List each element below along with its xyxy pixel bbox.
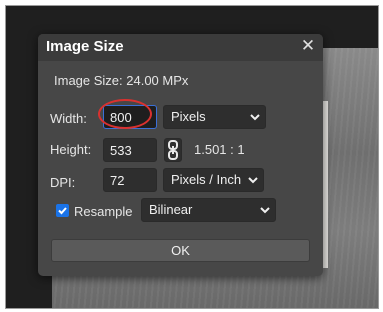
- resample-method-value: Bilinear: [149, 202, 193, 217]
- dpi-input[interactable]: [103, 168, 157, 192]
- width-unit-value: Pixels: [171, 109, 206, 124]
- checkmark-icon: [58, 207, 67, 215]
- chevron-down-icon: [260, 207, 270, 214]
- resample-method-select[interactable]: Bilinear: [141, 198, 276, 222]
- close-icon[interactable]: ✕: [299, 37, 317, 55]
- image-size-dialog: Image Size ✕ Image Size: 24.00 MPx Width…: [38, 34, 323, 276]
- chevron-down-icon: [250, 114, 260, 121]
- ok-button[interactable]: OK: [51, 239, 310, 262]
- link-aspect-button[interactable]: [164, 138, 182, 162]
- height-input[interactable]: [103, 138, 157, 162]
- image-size-info: Image Size: 24.00 MPx: [54, 73, 189, 88]
- dpi-unit-select[interactable]: Pixels / Inch: [163, 168, 264, 192]
- resample-label: Resample: [74, 204, 133, 219]
- width-unit-select[interactable]: Pixels: [163, 105, 266, 129]
- dialog-title: Image Size: [46, 38, 124, 55]
- width-label: Width:: [50, 111, 87, 126]
- aspect-ratio-text: 1.501 : 1: [194, 142, 245, 157]
- height-label: Height:: [50, 142, 92, 157]
- width-input[interactable]: [103, 105, 157, 129]
- dpi-unit-value: Pixels / Inch: [171, 172, 242, 187]
- dialog-titlebar[interactable]: Image Size ✕: [38, 34, 323, 61]
- resample-checkbox[interactable]: [56, 204, 69, 217]
- chain-link-icon: [168, 140, 178, 160]
- dpi-label: DPI:: [50, 175, 76, 190]
- chevron-down-icon: [248, 177, 258, 184]
